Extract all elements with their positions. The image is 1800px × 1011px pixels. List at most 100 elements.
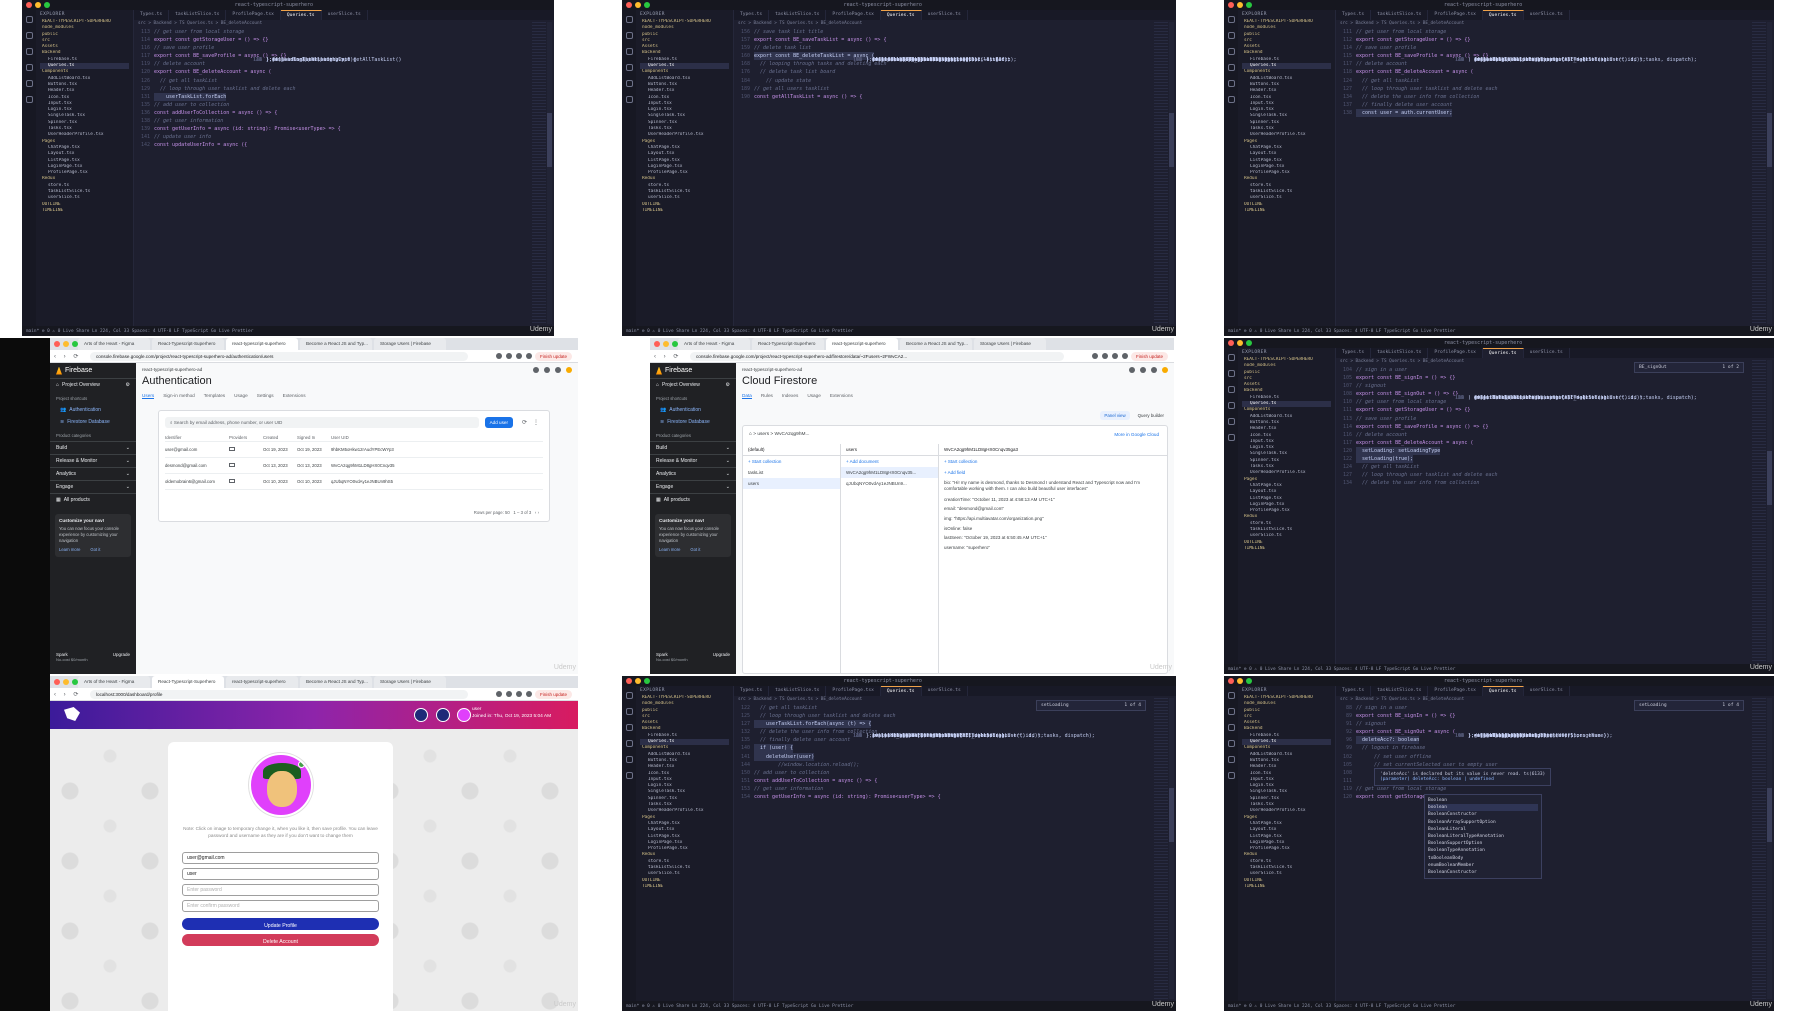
window-controls[interactable] xyxy=(26,2,50,8)
code-line[interactable]: 112 export const getStorageUser = () => {… xyxy=(1340,36,1750,44)
update-profile-button[interactable]: Update Profile xyxy=(182,918,379,930)
editor-tab[interactable]: taskListSlice.ts xyxy=(1371,686,1429,696)
code-line[interactable]: 152 xyxy=(846,732,1128,987)
find-widget[interactable]: BE_signOut 1 of 2 xyxy=(1634,362,1744,373)
close-dot-icon[interactable] xyxy=(626,678,632,684)
document-item[interactable]: WvCA2qg9hM1LD8gHX0Cnqv35... xyxy=(841,467,938,478)
tab-extensions[interactable]: Extensions xyxy=(830,393,853,399)
editor-tab[interactable]: Queries.ts xyxy=(1482,348,1524,358)
run-debug-icon[interactable] xyxy=(1227,64,1235,71)
scrollbar-thumb[interactable] xyxy=(1169,788,1174,843)
extension-icon[interactable] xyxy=(496,353,502,359)
account-avatar[interactable] xyxy=(1162,367,1168,373)
find-widget[interactable]: setLoading 1 of 4 xyxy=(1634,700,1744,711)
tab-data[interactable]: Data xyxy=(742,393,752,399)
explorer-folder[interactable]: TIMELINE xyxy=(640,884,729,890)
search-icon[interactable] xyxy=(625,32,633,39)
editor-tab[interactable]: ProfilePage.tsx xyxy=(1428,348,1483,358)
prev-page-icon[interactable]: ‹ xyxy=(535,510,536,515)
autocomplete-item[interactable]: BooleanArraySupportOption xyxy=(1428,819,1538,826)
tab-rules[interactable]: Rules xyxy=(761,393,773,399)
source-control-icon[interactable] xyxy=(1227,724,1235,731)
url-input[interactable]: console.firebase.google.com/project/reac… xyxy=(690,352,1064,361)
search-icon[interactable] xyxy=(25,32,33,39)
minimize-dot-icon[interactable] xyxy=(35,2,41,8)
editor-tab[interactable]: userSlice.ts xyxy=(1524,686,1570,696)
table-row[interactable]: user@gmail.com Oct 19, 2023 Oct 19, 2023 9h… xyxy=(165,442,543,458)
refresh-icon[interactable]: ⟳ xyxy=(522,419,527,426)
editor-tab[interactable]: taskListSlice.ts xyxy=(169,10,227,20)
code-editor[interactable]: 111 // get user from local storage 112 expo… xyxy=(1336,28,1750,324)
explorer-folder[interactable]: TIMELINE xyxy=(40,208,129,214)
remote-icon[interactable] xyxy=(1227,772,1235,779)
extension-icon[interactable] xyxy=(516,691,522,697)
extension-icon[interactable] xyxy=(1092,353,1098,359)
sidebar-section-build[interactable]: Build ⌄ xyxy=(650,441,736,454)
gear-icon[interactable]: ⚙ xyxy=(126,382,130,388)
tab-settings[interactable]: Settings xyxy=(257,393,274,399)
files-icon[interactable] xyxy=(1227,16,1235,23)
autocomplete-list[interactable]: Boolean boolean BooleanConstructor BooleanA… xyxy=(1424,794,1542,880)
editor-tab[interactable]: Types.ts xyxy=(134,10,170,20)
extension-icons[interactable] xyxy=(496,691,532,697)
document-field[interactable]: isOnline: false xyxy=(939,523,1167,533)
console-top-icons[interactable] xyxy=(533,367,572,373)
editor-tab[interactable]: ProfilePage.tsx xyxy=(226,10,281,20)
list-icon[interactable] xyxy=(414,708,428,722)
extensions-icon[interactable] xyxy=(1227,80,1235,87)
account-avatar[interactable] xyxy=(566,367,572,373)
sidebar-section-analytics[interactable]: Analytics ⌄ xyxy=(50,467,136,480)
source-control-icon[interactable] xyxy=(1227,386,1235,393)
tab-usage[interactable]: Usage xyxy=(807,393,821,399)
explorer-folder[interactable]: TIMELINE xyxy=(1242,884,1331,890)
finish-update-button[interactable]: Finish update xyxy=(534,690,572,699)
editor-tab[interactable]: userSlice.ts xyxy=(922,10,968,20)
find-query[interactable]: setLoading xyxy=(1041,703,1069,708)
app-logo[interactable] xyxy=(64,707,80,721)
panel-view-button[interactable]: Panel view xyxy=(1100,411,1130,420)
minimap[interactable] xyxy=(1752,360,1766,662)
minimap[interactable] xyxy=(1154,22,1168,324)
chat-icon[interactable] xyxy=(1140,367,1146,373)
extension-icon[interactable] xyxy=(506,353,512,359)
editor-tab[interactable]: userSlice.ts xyxy=(322,10,368,20)
code-line[interactable]: 113 // get user from local storage xyxy=(138,28,530,36)
document-field[interactable]: bio: "Hi! my name is desmond, thanks to … xyxy=(939,478,1167,495)
browser-tab[interactable]: Become a React JS and Typ... xyxy=(300,338,372,350)
close-dot-icon[interactable] xyxy=(54,341,60,347)
scrollbar-thumb[interactable] xyxy=(547,112,552,167)
sidebar-section-engage[interactable]: Engage ⌄ xyxy=(50,480,136,493)
editor-tab[interactable]: Queries.ts xyxy=(280,10,322,20)
close-dot-icon[interactable] xyxy=(1228,678,1234,684)
firebase-brand[interactable]: Firebase xyxy=(650,363,736,379)
nav-buttons[interactable]: ‹ › ⟳ xyxy=(54,691,81,698)
editor-tab[interactable]: Types.ts xyxy=(1336,686,1372,696)
find-widget[interactable]: setLoading 1 of 4 xyxy=(1036,700,1146,711)
search-icon[interactable] xyxy=(1227,32,1235,39)
code-line[interactable]: 140 xyxy=(246,56,506,312)
upgrade-button[interactable]: Upgrade xyxy=(713,652,730,662)
maximize-dot-icon[interactable] xyxy=(644,2,650,8)
minimap[interactable] xyxy=(1752,698,1766,999)
editor-tab[interactable]: Types.ts xyxy=(1336,10,1372,20)
add-document-button[interactable]: + Add document xyxy=(841,456,938,467)
next-page-icon[interactable]: › xyxy=(538,510,539,515)
tab-usage[interactable]: Usage xyxy=(234,393,248,399)
window-controls[interactable] xyxy=(1228,340,1252,346)
remote-icon[interactable] xyxy=(1227,434,1235,441)
code-editor[interactable]: 120 setLoading(true); 121 122 // get all t… xyxy=(734,704,1152,999)
notifications-icon[interactable] xyxy=(555,367,561,373)
help-icon[interactable] xyxy=(533,367,539,373)
search-icon[interactable] xyxy=(1227,370,1235,377)
editor-tab[interactable]: taskListSlice.ts xyxy=(769,10,827,20)
document-field[interactable]: lastSeen: "October 19, 2023 at 6:50:45 A… xyxy=(939,533,1167,543)
code-editor[interactable]: 86}; 87 88// sign in a user 89 export const … xyxy=(1336,704,1750,999)
browser-tab[interactable]: Storage Users | Firebase xyxy=(974,338,1046,350)
autocomplete-item[interactable]: BooleanConstructor xyxy=(1428,869,1538,876)
close-dot-icon[interactable] xyxy=(26,2,32,8)
start-subcollection-button[interactable]: + Start collection xyxy=(939,456,1167,467)
code-line[interactable]: 135 await deleteDoc(doc(db, usersColl, g… xyxy=(1448,394,1726,650)
nav-buttons[interactable]: ‹ › ⟳ xyxy=(54,353,81,360)
project-overview-link[interactable]: ⌂ Project Overview ⚙ xyxy=(50,379,136,391)
autocomplete-item[interactable]: BooleanLiteral xyxy=(1428,826,1538,833)
